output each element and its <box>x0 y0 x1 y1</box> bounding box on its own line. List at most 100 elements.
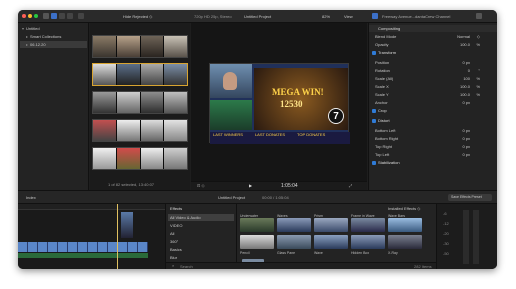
library-item[interactable]: ▸ 06.12.20 <box>20 41 87 48</box>
inspector-param-row[interactable]: Top Left 0 px <box>369 151 497 158</box>
param-value[interactable]: 0 px <box>462 144 470 149</box>
photos-icon[interactable] <box>59 13 65 19</box>
param-value[interactable]: 0 px <box>462 100 470 105</box>
inspector-section-header[interactable]: Compositing <box>369 25 497 32</box>
timeline[interactable] <box>18 204 165 269</box>
library-item[interactable]: ▾ Untitled <box>20 25 87 32</box>
inspector-section-header[interactable]: Stabilization <box>369 159 497 166</box>
checkbox[interactable] <box>372 160 376 165</box>
video-frame[interactable]: MEGA WIN! 12530 7 LAST WINNERS LAST DONA… <box>209 63 350 144</box>
viewer-format: 720p HD 25p, Stereo <box>194 14 232 19</box>
primary-storyline[interactable] <box>18 242 148 252</box>
checkbox[interactable] <box>372 108 376 113</box>
inspector-param-row[interactable]: Bottom Right 0 px <box>369 135 497 142</box>
keyword-icon[interactable] <box>78 13 84 19</box>
library-icon[interactable] <box>51 13 57 19</box>
browser-filter[interactable]: Hide Rejected ◇ <box>123 15 152 19</box>
clip-filmstrip[interactable] <box>92 63 188 86</box>
effect-thumbnail <box>388 235 422 249</box>
effect-tile[interactable]: Wave Bars <box>388 212 422 232</box>
connected-clip[interactable] <box>121 212 133 238</box>
inspector-param-row[interactable]: Scale X 100.0% <box>369 83 497 90</box>
param-unit: % <box>476 41 480 47</box>
inspector-param-row[interactable]: Blend Mode Normal ◇ <box>369 33 497 40</box>
param-value[interactable]: 100.0 <box>460 42 470 47</box>
library-item[interactable]: ▸ Smart Collections <box>20 33 87 40</box>
effects-category[interactable]: Blur <box>168 254 234 261</box>
param-value[interactable]: 0 px <box>462 152 470 157</box>
effects-category[interactable]: All Video & Audio <box>168 214 234 221</box>
timeline-ruler[interactable] <box>18 204 165 210</box>
param-value[interactable]: Normal <box>457 34 470 39</box>
inspector-param-row[interactable]: Rotation 0 ° <box>369 67 497 74</box>
footer-label: TOP DONATES <box>297 132 326 137</box>
search-field[interactable]: Search <box>180 265 193 269</box>
index-button[interactable]: Index <box>26 196 36 200</box>
play-button[interactable]: ▶ <box>249 184 252 188</box>
inspector-section-header[interactable]: Distort <box>369 117 497 124</box>
clip-filmstrip[interactable] <box>92 91 188 114</box>
minimize-button[interactable] <box>28 14 32 18</box>
effects-category[interactable]: 360° <box>168 238 234 245</box>
effect-tile[interactable]: Waves <box>277 212 311 232</box>
inspector-param-row[interactable]: Scale (All) 100% <box>369 75 497 82</box>
inspector-param-row[interactable]: Opacity 100.0% <box>369 41 497 48</box>
import-icon[interactable] <box>43 13 49 19</box>
param-label: Bottom Left <box>375 127 396 133</box>
save-effects-preset-button[interactable]: Save Effects Preset <box>448 194 492 201</box>
zoom-button[interactable] <box>34 14 38 18</box>
param-label: Crop <box>378 107 387 113</box>
inspector-icon[interactable] <box>372 13 378 19</box>
inspector-section-header[interactable]: Crop <box>369 107 497 114</box>
zoom-level[interactable]: 82% <box>322 15 330 19</box>
effect-tile[interactable]: Underwater <box>240 212 274 232</box>
inspector-section-header[interactable]: Transform <box>369 49 497 56</box>
inspector-param-row[interactable]: Bottom Left 0 px <box>369 127 497 134</box>
effect-tile[interactable]: X-Ray <box>388 235 422 255</box>
face-image <box>223 72 237 90</box>
fullscreen-icon[interactable]: ⤢ <box>349 184 352 188</box>
inspector-param-row[interactable]: Anchor 0 px <box>369 99 497 106</box>
viewer-controls: ⊡ ◇ ▶ 1:05:04 ⤢ <box>191 181 367 190</box>
effect-tile[interactable]: Pencil <box>240 235 274 255</box>
param-value[interactable]: 0 <box>468 68 470 73</box>
effect-label: Wave <box>314 251 323 255</box>
effects-category[interactable]: VIDEO <box>168 222 234 229</box>
close-button[interactable] <box>22 14 26 18</box>
installed-effects-menu[interactable]: Installed Effects ◇ <box>388 207 420 211</box>
checkbox[interactable] <box>372 50 376 55</box>
effect-tile[interactable]: Prism <box>314 212 348 232</box>
param-value[interactable]: 100 <box>463 76 470 81</box>
titles-icon[interactable] <box>67 13 73 19</box>
param-value[interactable]: 0 px <box>462 60 470 65</box>
inspector-param-row[interactable]: Position 0 px <box>369 59 497 66</box>
param-value[interactable]: 100.0 <box>460 92 470 97</box>
param-value[interactable]: 0 px <box>462 128 470 133</box>
param-value[interactable]: 0 px <box>462 136 470 141</box>
playhead[interactable] <box>117 204 118 269</box>
view-menu[interactable]: View <box>344 15 353 19</box>
effects-category[interactable]: All <box>168 230 234 237</box>
timeline-project-title: Untitled Project <box>218 195 246 200</box>
effect-label: Pencil <box>240 251 250 255</box>
clip-filmstrip[interactable] <box>92 35 188 58</box>
browser-status: 1 of 82 selected, 13:40:07 <box>108 182 155 187</box>
level-meter <box>463 210 469 264</box>
inspector-param-row[interactable]: Top Right 0 px <box>369 143 497 150</box>
effects-category[interactable]: Basics <box>168 246 234 253</box>
param-value[interactable]: 100.0 <box>460 84 470 89</box>
effect-tile[interactable]: Glass Pane <box>277 235 311 255</box>
clip-filmstrip[interactable] <box>92 119 188 142</box>
effect-tile[interactable]: Frame in Wave <box>351 212 385 232</box>
effect-tile[interactable]: Hidden Box <box>351 235 385 255</box>
checkbox[interactable] <box>372 118 376 123</box>
effects-count: 282 Items <box>414 264 432 269</box>
inspector-param-row[interactable]: Scale Y 100.0% <box>369 91 497 98</box>
param-label: Scale Y <box>375 91 389 97</box>
effect-tile[interactable]: Wave <box>314 235 348 255</box>
clip-filmstrip[interactable] <box>92 147 188 170</box>
crop-tool-icon[interactable]: ⊡ ◇ <box>197 184 205 188</box>
effects-category-label: All <box>170 230 175 236</box>
effects-footer: ⌕ Search 282 Items <box>166 262 437 269</box>
share-icon[interactable] <box>476 13 482 19</box>
